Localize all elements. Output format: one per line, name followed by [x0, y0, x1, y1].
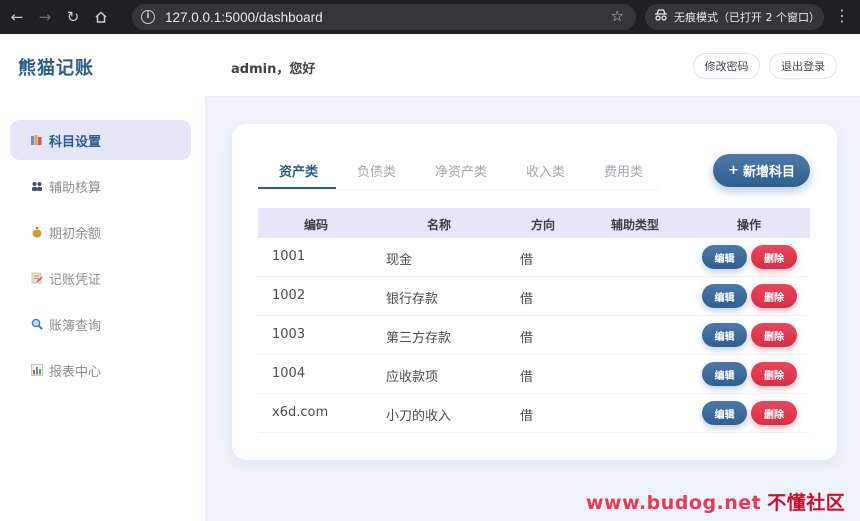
- column-header-name: 名称: [427, 218, 452, 232]
- cell-code: 1004: [272, 366, 306, 381]
- sidebar-item-ledger-query[interactable]: 账簿查询: [10, 304, 191, 344]
- incognito-label: 无痕模式（已打开 2 个窗口）: [674, 11, 820, 24]
- edit-button[interactable]: 编辑: [702, 284, 747, 308]
- sidebar: 熊猫记账 科目设置 辅助核算 期初余额 记账凭证 账簿查询 报表中心: [0, 34, 205, 521]
- forward-arrow-icon[interactable]: →: [34, 6, 56, 28]
- add-subject-button[interactable]: + 新增科目: [713, 154, 810, 187]
- delete-button[interactable]: 删除: [751, 401, 797, 425]
- sidebar-item-label: 辅助核算: [49, 180, 102, 196]
- account-subjects-card: 资产类 负债类 净资产类 收入类 费用类 + 新增科目 编码 名称 方向 辅助类…: [232, 124, 837, 460]
- cell-code: 1001: [272, 249, 306, 264]
- delete-button[interactable]: 删除: [751, 323, 797, 347]
- edit-button[interactable]: 编辑: [702, 323, 747, 347]
- browser-menu-icon[interactable]: ⋮: [834, 6, 850, 25]
- magnifier-icon: [31, 318, 43, 330]
- sidebar-item-label: 记账凭证: [49, 272, 102, 288]
- logout-button[interactable]: 退出登录: [769, 53, 837, 79]
- active-tab-indicator: [258, 187, 336, 189]
- memo-icon: [31, 272, 43, 284]
- table-header: 编码 名称 方向 辅助类型 操作: [258, 208, 810, 238]
- cell-direction: 借: [520, 409, 534, 424]
- column-header-aux-type: 辅助类型: [611, 218, 660, 232]
- cell-name: 应收款项: [386, 370, 439, 385]
- change-password-button[interactable]: 修改密码: [693, 53, 760, 79]
- site-info-icon[interactable]: i: [141, 10, 155, 24]
- watermark-url: www.budog.net: [586, 492, 762, 514]
- cell-direction: 借: [520, 331, 534, 346]
- cell-name: 现金: [386, 253, 413, 268]
- cell-code: 1003: [272, 327, 306, 342]
- plus-icon: +: [728, 163, 739, 178]
- table-row: 1002 银行存款 借 编辑 删除: [258, 277, 810, 316]
- delete-button[interactable]: 删除: [751, 284, 797, 308]
- delete-button[interactable]: 删除: [751, 362, 797, 386]
- home-icon[interactable]: [90, 6, 112, 28]
- tab-liabilities[interactable]: 负债类: [357, 161, 396, 180]
- cell-name: 小刀的收入: [386, 409, 452, 424]
- table-row: 1004 应收款项 借 编辑 删除: [258, 355, 810, 394]
- sidebar-item-label: 科目设置: [49, 134, 102, 150]
- tab-net-assets[interactable]: 净资产类: [435, 161, 487, 180]
- tab-assets[interactable]: 资产类: [279, 161, 318, 180]
- cell-code: 1002: [272, 288, 306, 303]
- top-header: admin，您好 修改密码 退出登录: [205, 34, 860, 97]
- people-icon: [31, 180, 43, 192]
- table-row: 1001 现金 借 编辑 删除: [258, 238, 810, 277]
- cell-direction: 借: [520, 253, 534, 268]
- site-watermark: www.budog.net 不懂社区: [586, 488, 845, 515]
- tab-income[interactable]: 收入类: [526, 161, 565, 180]
- table-row: 1003 第三方存款 借 编辑 删除: [258, 316, 810, 355]
- column-header-code: 编码: [304, 218, 329, 232]
- bookmark-star-icon[interactable]: ☆: [611, 7, 624, 25]
- edit-button[interactable]: 编辑: [702, 245, 747, 269]
- cell-code: x6d.com: [272, 405, 329, 420]
- incognito-icon: [654, 9, 668, 25]
- edit-button[interactable]: 编辑: [702, 362, 747, 386]
- reload-icon[interactable]: ↻: [62, 6, 84, 28]
- browser-toolbar: ← → ↻ i 127.0.0.1:5000/dashboard ☆ 无痕模式（…: [0, 0, 860, 34]
- delete-button[interactable]: 删除: [751, 245, 797, 269]
- category-tabs: 资产类 负债类 净资产类 收入类 费用类: [258, 150, 658, 190]
- sidebar-item-label: 账簿查询: [49, 318, 102, 334]
- cell-direction: 借: [520, 370, 534, 385]
- cell-direction: 借: [520, 292, 534, 307]
- cell-name: 银行存款: [386, 292, 439, 307]
- books-icon: [31, 134, 43, 146]
- sidebar-item-vouchers[interactable]: 记账凭证: [10, 258, 191, 298]
- watermark-site-name: 不懂社区: [767, 492, 846, 514]
- table-row: x6d.com 小刀的收入 借 编辑 删除: [258, 394, 810, 433]
- bar-chart-icon: [31, 364, 43, 376]
- incognito-indicator[interactable]: 无痕模式（已打开 2 个窗口）: [645, 4, 824, 30]
- cell-name: 第三方存款: [386, 331, 452, 346]
- edit-button[interactable]: 编辑: [702, 401, 747, 425]
- back-arrow-icon[interactable]: ←: [6, 6, 28, 28]
- user-greeting: admin，您好: [231, 62, 316, 77]
- column-header-actions: 操作: [737, 218, 762, 232]
- sidebar-item-auxiliary-accounting[interactable]: 辅助核算: [10, 166, 191, 206]
- sidebar-item-label: 报表中心: [49, 364, 102, 380]
- url-text[interactable]: 127.0.0.1:5000/dashboard: [165, 10, 323, 25]
- tab-expenses[interactable]: 费用类: [604, 161, 643, 180]
- sidebar-item-report-center[interactable]: 报表中心: [10, 350, 191, 390]
- money-bag-icon: [31, 226, 43, 238]
- sidebar-item-label: 期初余额: [49, 226, 102, 242]
- sidebar-item-account-settings[interactable]: 科目设置: [10, 120, 191, 160]
- brand-title: 熊猫记账: [18, 58, 94, 79]
- add-subject-label: 新增科目: [742, 165, 795, 180]
- address-bar[interactable]: i 127.0.0.1:5000/dashboard ☆: [132, 4, 636, 30]
- column-header-direction: 方向: [531, 218, 556, 232]
- sidebar-item-opening-balance[interactable]: 期初余额: [10, 212, 191, 252]
